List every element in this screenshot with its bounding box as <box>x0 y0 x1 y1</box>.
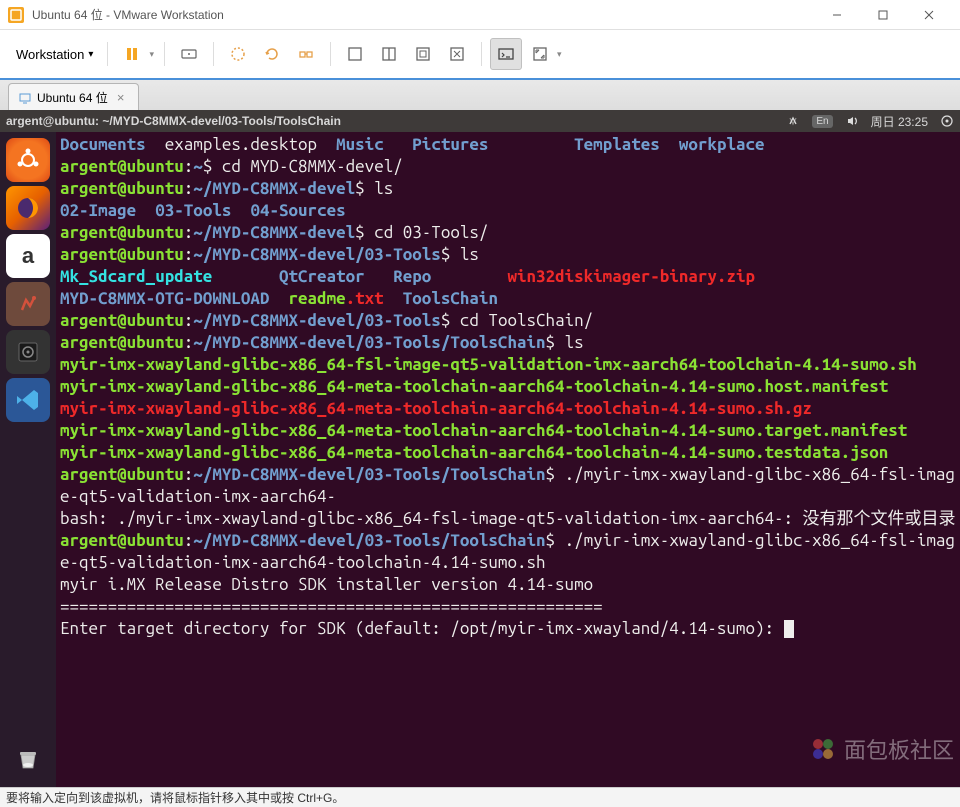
launcher-amazon[interactable]: a <box>6 234 50 278</box>
prompt-path: ~/MYD-C8MMX-devel/03-Tools <box>193 245 441 264</box>
link: Mk_Sdcard_update <box>60 267 212 286</box>
snapshot-button[interactable] <box>222 38 254 70</box>
tab-close-button[interactable]: × <box>114 91 128 105</box>
sdk-prompt: Enter target directory for SDK (default:… <box>60 619 784 638</box>
launcher-dash[interactable] <box>6 138 50 182</box>
separator <box>481 42 482 66</box>
prompt-user: argent@ubuntu <box>60 333 184 352</box>
dir: Music <box>336 135 384 154</box>
prompt-path: ~/MYD-C8MMX-devel/03-Tools <box>193 311 441 330</box>
file: readme <box>289 289 346 308</box>
system-menu-icon[interactable] <box>940 114 954 128</box>
status-text: 要将输入定向到该虚拟机，请将鼠标指针移入其中或按 Ctrl+G。 <box>6 789 344 806</box>
vm-tab[interactable]: Ubuntu 64 位 × <box>8 83 139 111</box>
view-single-button[interactable] <box>339 38 371 70</box>
dir: Documents <box>60 135 146 154</box>
dir: ToolsChain <box>403 289 498 308</box>
cmd: ls <box>460 245 479 264</box>
launcher-trash[interactable] <box>6 737 50 781</box>
vmware-icon <box>8 7 24 23</box>
close-button[interactable] <box>906 0 952 30</box>
pause-dropdown[interactable]: ▾ <box>147 47 156 62</box>
cmd: cd ToolsChain/ <box>460 311 593 330</box>
prompt-path: ~/MYD-C8MMX-devel/03-Tools/ToolsChain <box>193 465 545 484</box>
dir: MYD-C8MMX-OTG-DOWNLOAD <box>60 289 269 308</box>
tab-label: Ubuntu 64 位 <box>37 89 108 106</box>
manage-snapshots-button[interactable] <box>290 38 322 70</box>
view-stretch-button[interactable] <box>441 38 473 70</box>
unity-launcher: a <box>0 132 56 787</box>
volume-icon[interactable] <box>845 114 859 128</box>
output: myir i.MX Release Distro SDK installer v… <box>60 575 593 594</box>
file: myir-imx-xwayland-glibc-x86_64-meta-tool… <box>60 443 888 462</box>
prompt-user: argent@ubuntu <box>60 179 184 198</box>
prompt-user: argent@ubuntu <box>60 465 184 484</box>
prompt-path: ~/MYD-C8MMX-devel/03-Tools/ToolsChain <box>193 333 545 352</box>
minimize-button[interactable] <box>814 0 860 30</box>
cmd: cd MYD-C8MMX-devel/ <box>222 157 403 176</box>
monitor-icon <box>19 92 31 104</box>
launcher-firefox[interactable] <box>6 186 50 230</box>
dir: Pictures <box>412 135 488 154</box>
archive: myir-imx-xwayland-glibc-x86_64-meta-tool… <box>60 399 812 418</box>
terminal-output[interactable]: Documents examples.desktop Music Picture… <box>56 132 960 787</box>
launcher-vault[interactable] <box>6 330 50 374</box>
guest-desktop[interactable]: argent@ubuntu: ~/MYD-C8MMX-devel/03-Tool… <box>0 110 960 787</box>
prompt-user: argent@ubuntu <box>60 245 184 264</box>
separator <box>213 42 214 66</box>
send-ctrl-alt-del-button[interactable] <box>173 38 205 70</box>
prompt-path: ~/MYD-C8MMX-devel/03-Tools/ToolsChain <box>193 531 545 550</box>
window-titlebar: Ubuntu 64 位 - VMware Workstation <box>0 0 960 30</box>
workstation-menu[interactable]: Workstation <box>10 43 99 66</box>
maximize-button[interactable] <box>860 0 906 30</box>
gnome-top-panel: argent@ubuntu: ~/MYD-C8MMX-devel/03-Tool… <box>0 110 960 132</box>
separator <box>164 42 165 66</box>
dir: 03-Tools <box>155 201 231 220</box>
window-title: Ubuntu 64 位 - VMware Workstation <box>32 6 814 23</box>
fullscreen-button[interactable] <box>524 38 556 70</box>
file: examples.desktop <box>165 135 317 154</box>
dir: 02-Image <box>60 201 136 220</box>
prompt-user: argent@ubuntu <box>60 223 184 242</box>
separator <box>330 42 331 66</box>
dir: 04-Sources <box>250 201 345 220</box>
main-toolbar: Workstation ▾ ▾ <box>0 30 960 80</box>
vm-tabbar: Ubuntu 64 位 × <box>0 80 960 110</box>
console-view-button[interactable] <box>490 38 522 70</box>
launcher-vscode[interactable] <box>6 378 50 422</box>
launcher-settings[interactable] <box>6 282 50 326</box>
dir: Repo <box>393 267 431 286</box>
cmd: ls <box>565 333 584 352</box>
prompt-path: ~/MYD-C8MMX-devel <box>193 223 355 242</box>
file: myir-imx-xwayland-glibc-x86_64-meta-tool… <box>60 377 888 396</box>
fullscreen-dropdown[interactable]: ▾ <box>555 47 564 62</box>
prompt-user: argent@ubuntu <box>60 157 184 176</box>
dir: workplace <box>679 135 765 154</box>
dir: QtCreator <box>279 267 365 286</box>
view-fit-button[interactable] <box>407 38 439 70</box>
prompt-path: ~ <box>193 157 203 176</box>
archive: win32diskimager-binary.zip <box>507 267 755 286</box>
prompt-path: ~/MYD-C8MMX-devel <box>193 179 355 198</box>
clock[interactable]: 周日 23:25 <box>871 113 928 130</box>
file: myir-imx-xwayland-glibc-x86_64-fsl-image… <box>60 355 917 374</box>
view-split-button[interactable] <box>373 38 405 70</box>
error-output: bash: ./myir-imx-xwayland-glibc-x86_64-f… <box>60 509 956 528</box>
file: myir-imx-xwayland-glibc-x86_64-meta-tool… <box>60 421 907 440</box>
cmd: ls <box>374 179 393 198</box>
separator <box>107 42 108 66</box>
vmware-statusbar: 要将输入定向到该虚拟机，请将鼠标指针移入其中或按 Ctrl+G。 <box>0 787 960 807</box>
prompt-user: argent@ubuntu <box>60 531 184 550</box>
network-icon[interactable] <box>786 114 800 128</box>
revert-button[interactable] <box>256 38 288 70</box>
pause-button[interactable] <box>116 38 148 70</box>
prompt-user: argent@ubuntu <box>60 311 184 330</box>
panel-window-title: argent@ubuntu: ~/MYD-C8MMX-devel/03-Tool… <box>6 114 786 128</box>
terminal-cursor <box>784 620 794 638</box>
output: ========================================… <box>60 597 603 616</box>
dir: Templates <box>574 135 660 154</box>
cmd: cd 03-Tools/ <box>374 223 488 242</box>
input-lang-indicator[interactable]: En <box>812 115 832 128</box>
